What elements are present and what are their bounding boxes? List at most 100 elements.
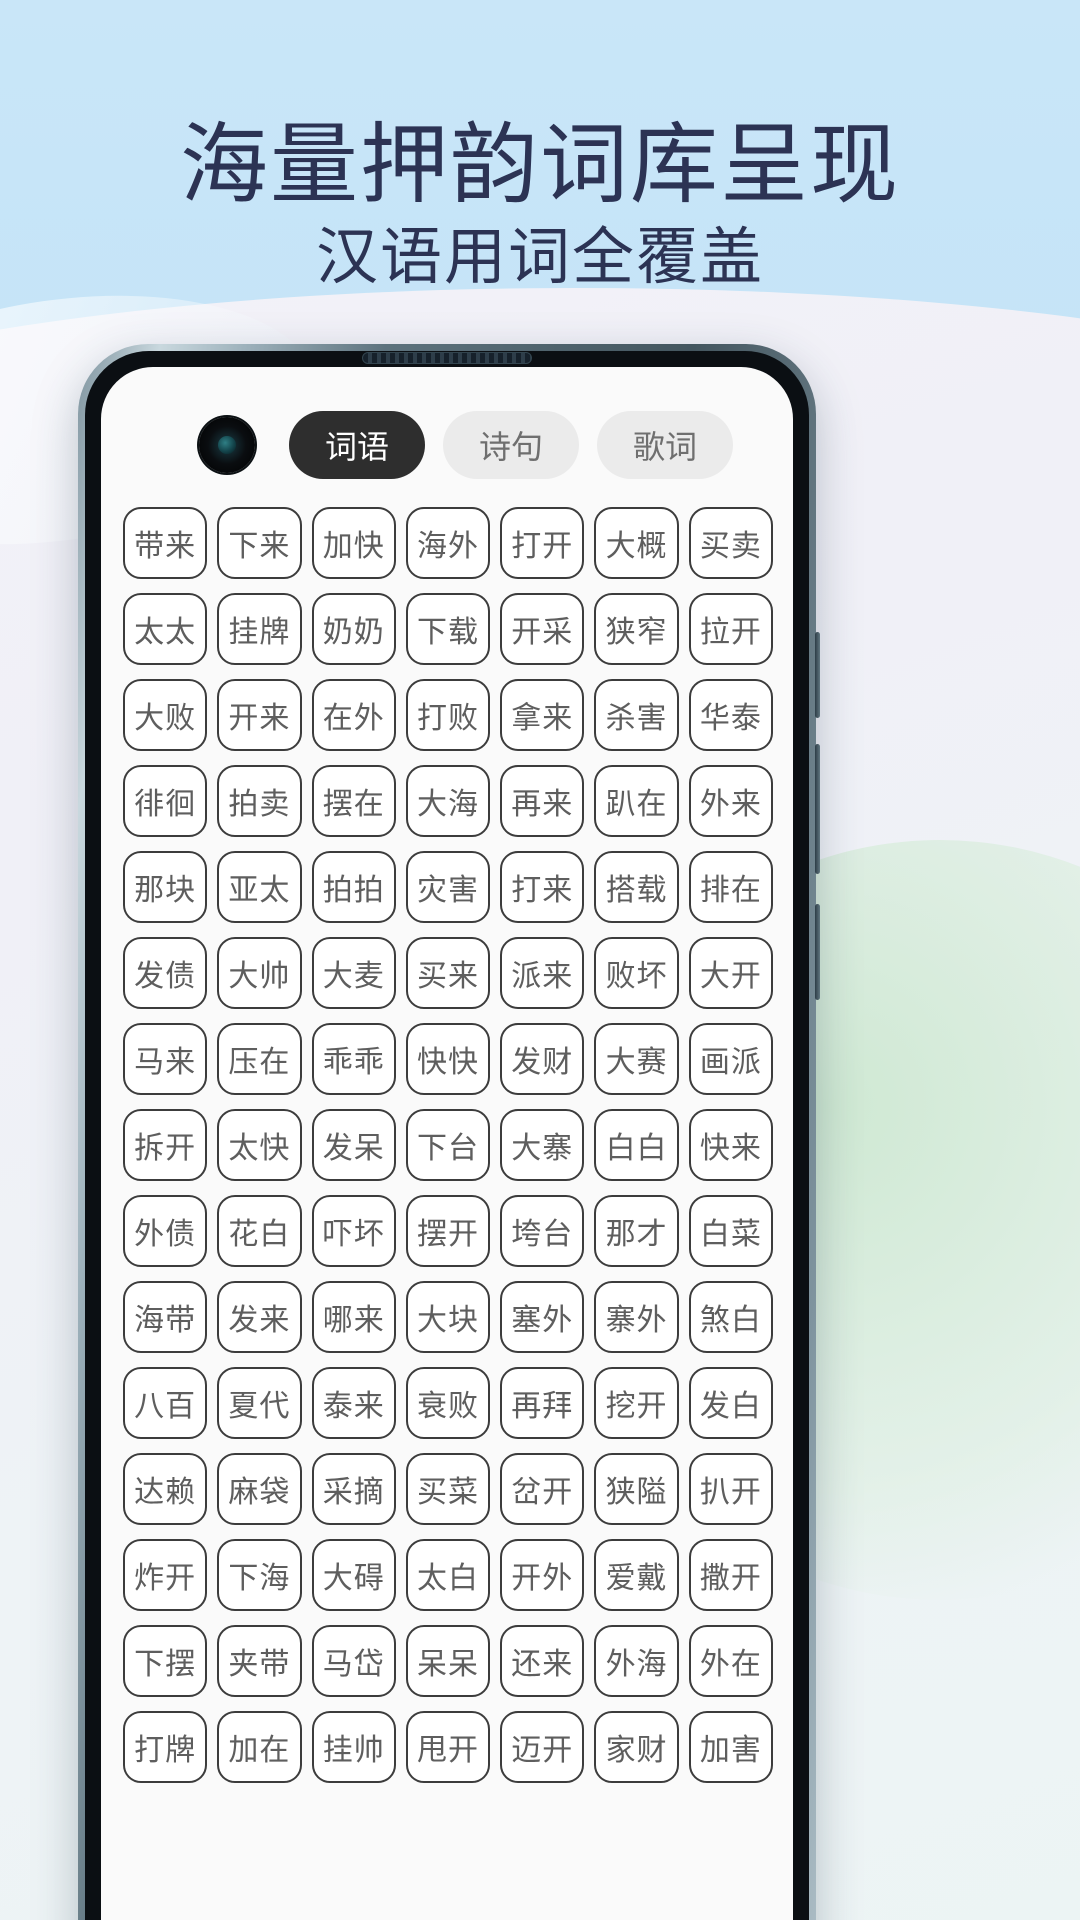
word-chip[interactable]: 开采 (500, 593, 585, 665)
word-chip[interactable]: 派来 (500, 937, 585, 1009)
word-chip[interactable]: 大赛 (594, 1023, 679, 1095)
word-chip[interactable]: 拿来 (500, 679, 585, 751)
word-chip[interactable]: 排在 (688, 851, 773, 923)
word-chip[interactable]: 再拜 (500, 1367, 585, 1439)
word-chip[interactable]: 呆呆 (405, 1625, 491, 1697)
word-chip[interactable]: 发财 (500, 1023, 585, 1095)
word-chip[interactable]: 买卖 (688, 507, 773, 579)
word-chip[interactable]: 马来 (123, 1023, 208, 1095)
word-chip[interactable]: 打败 (405, 679, 491, 751)
word-chip[interactable]: 还来 (500, 1625, 585, 1697)
word-chip[interactable]: 寨外 (594, 1281, 679, 1353)
word-chip[interactable]: 摆开 (405, 1195, 491, 1267)
word-chip[interactable]: 夹带 (217, 1625, 302, 1697)
word-chip[interactable]: 拉开 (688, 593, 773, 665)
word-chip[interactable]: 败坏 (594, 937, 679, 1009)
word-chip[interactable]: 那块 (123, 851, 208, 923)
word-chip[interactable]: 采摘 (311, 1453, 396, 1525)
word-chip[interactable]: 快来 (688, 1109, 773, 1181)
word-chip[interactable]: 外债 (123, 1195, 208, 1267)
word-chip[interactable]: 杀害 (594, 679, 679, 751)
word-chip[interactable]: 花白 (217, 1195, 302, 1267)
word-chip[interactable]: 岔开 (500, 1453, 585, 1525)
tab-shiju[interactable]: 诗句 (443, 411, 580, 479)
word-chip[interactable]: 买来 (405, 937, 491, 1009)
word-chip[interactable]: 开来 (217, 679, 302, 751)
word-chip[interactable]: 快快 (405, 1023, 491, 1095)
word-chip[interactable]: 太太 (123, 593, 208, 665)
word-chip[interactable]: 太白 (405, 1539, 491, 1611)
word-chip[interactable]: 马岱 (311, 1625, 396, 1697)
word-chip[interactable]: 八百 (123, 1367, 208, 1439)
word-chip[interactable]: 大海 (405, 765, 491, 837)
word-chip[interactable]: 衰败 (405, 1367, 491, 1439)
word-chip[interactable]: 大败 (123, 679, 208, 751)
word-chip[interactable]: 在外 (311, 679, 396, 751)
word-chip[interactable]: 大块 (405, 1281, 491, 1353)
phone-side-button-middle[interactable] (815, 744, 820, 874)
word-chip[interactable]: 加在 (217, 1711, 302, 1783)
word-chip[interactable]: 外在 (688, 1625, 773, 1697)
phone-side-button-bottom[interactable] (815, 904, 820, 1000)
word-chip[interactable]: 大寨 (500, 1109, 585, 1181)
word-chip[interactable]: 垮台 (500, 1195, 585, 1267)
word-chip[interactable]: 加快 (311, 507, 396, 579)
word-chip[interactable]: 发来 (217, 1281, 302, 1353)
word-chip[interactable]: 那才 (594, 1195, 679, 1267)
word-chip[interactable]: 大麦 (311, 937, 396, 1009)
word-chip[interactable]: 发白 (688, 1367, 773, 1439)
word-chip[interactable]: 下摆 (123, 1625, 208, 1697)
word-chip[interactable]: 画派 (688, 1023, 773, 1095)
word-chip[interactable]: 狭隘 (594, 1453, 679, 1525)
word-chip[interactable]: 炸开 (123, 1539, 208, 1611)
word-chip[interactable]: 大帅 (217, 937, 302, 1009)
word-chip[interactable]: 压在 (217, 1023, 302, 1095)
word-chip[interactable]: 下载 (405, 593, 491, 665)
word-chip[interactable]: 塞外 (500, 1281, 585, 1353)
word-chip[interactable]: 甩开 (405, 1711, 491, 1783)
word-chip[interactable]: 徘徊 (123, 765, 208, 837)
word-chip[interactable]: 达赖 (123, 1453, 208, 1525)
word-chip[interactable]: 拍拍 (311, 851, 396, 923)
word-chip[interactable]: 大碍 (311, 1539, 396, 1611)
word-chip[interactable]: 下台 (405, 1109, 491, 1181)
word-chip[interactable]: 华泰 (688, 679, 773, 751)
word-chip[interactable]: 拍卖 (217, 765, 302, 837)
word-chip[interactable]: 煞白 (688, 1281, 773, 1353)
word-chip[interactable]: 海带 (123, 1281, 208, 1353)
word-chip[interactable]: 挂帅 (311, 1711, 396, 1783)
word-chip[interactable]: 夏代 (217, 1367, 302, 1439)
word-chip[interactable]: 吓坏 (311, 1195, 396, 1267)
tab-geci[interactable]: 歌词 (597, 411, 734, 479)
word-chip[interactable]: 加害 (688, 1711, 773, 1783)
word-chip[interactable]: 买菜 (405, 1453, 491, 1525)
phone-side-button-top[interactable] (815, 632, 820, 718)
word-chip[interactable]: 打牌 (123, 1711, 208, 1783)
word-chip[interactable]: 白白 (594, 1109, 679, 1181)
word-chip[interactable]: 麻袋 (217, 1453, 302, 1525)
word-chip[interactable]: 爱戴 (594, 1539, 679, 1611)
word-chip[interactable]: 下海 (217, 1539, 302, 1611)
word-chip[interactable]: 外海 (594, 1625, 679, 1697)
tab-ciyu[interactable]: 词语 (289, 411, 426, 479)
word-chip[interactable]: 乖乖 (311, 1023, 396, 1095)
word-chip[interactable]: 太快 (217, 1109, 302, 1181)
word-chip[interactable]: 扒开 (688, 1453, 773, 1525)
word-chip[interactable]: 迈开 (500, 1711, 585, 1783)
word-chip[interactable]: 家财 (594, 1711, 679, 1783)
word-chip[interactable]: 白菜 (688, 1195, 773, 1267)
word-chip[interactable]: 灾害 (405, 851, 491, 923)
word-chip[interactable]: 挂牌 (217, 593, 302, 665)
word-chip[interactable]: 奶奶 (311, 593, 396, 665)
word-chip[interactable]: 拆开 (123, 1109, 208, 1181)
word-chip[interactable]: 大概 (594, 507, 679, 579)
word-chip[interactable]: 打来 (500, 851, 585, 923)
word-chip[interactable]: 再来 (500, 765, 585, 837)
word-chip[interactable]: 下来 (217, 507, 302, 579)
word-chip[interactable]: 泰来 (311, 1367, 396, 1439)
word-chip[interactable]: 亚太 (217, 851, 302, 923)
word-chip[interactable]: 开外 (500, 1539, 585, 1611)
word-chip[interactable]: 搭载 (594, 851, 679, 923)
word-chip[interactable]: 发呆 (311, 1109, 396, 1181)
word-chip[interactable]: 外来 (688, 765, 773, 837)
